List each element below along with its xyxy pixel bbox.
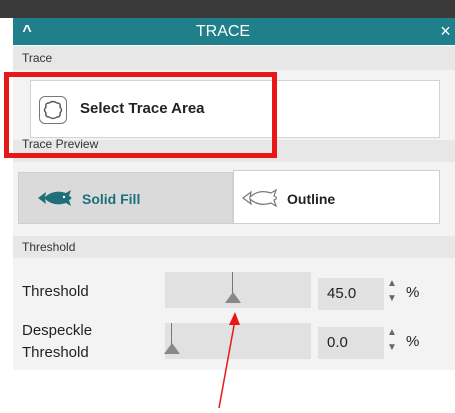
outline-label: Outline bbox=[287, 191, 336, 207]
threshold-value-input[interactable]: 45.0 bbox=[318, 278, 384, 310]
despeckle-spin-up[interactable]: ▲ bbox=[387, 328, 397, 338]
threshold-label: Threshold bbox=[22, 283, 89, 300]
threshold-slider-tick bbox=[232, 272, 233, 294]
annotation-arrow bbox=[218, 312, 240, 409]
threshold-spin-down[interactable]: ▼ bbox=[387, 294, 397, 304]
top-bar bbox=[0, 0, 455, 18]
panel-title: TRACE bbox=[195, 23, 251, 40]
close-icon[interactable]: × bbox=[436, 18, 455, 45]
threshold-section-title: Threshold bbox=[22, 240, 76, 254]
threshold-section-header: Threshold bbox=[13, 236, 455, 258]
solid-fill-label: Solid Fill bbox=[82, 191, 141, 207]
fish-solid-icon bbox=[36, 189, 78, 212]
fish-outline-icon bbox=[241, 188, 287, 212]
threshold-unit: % bbox=[406, 284, 420, 301]
despeckle-slider-handle[interactable] bbox=[164, 343, 180, 354]
threshold-spin-up[interactable]: ▲ bbox=[387, 279, 397, 289]
trace-section-title: Trace bbox=[22, 51, 53, 65]
collapse-chevron-icon[interactable]: ^ bbox=[16, 18, 38, 45]
despeckle-spin-down[interactable]: ▼ bbox=[387, 343, 397, 353]
trace-section-header: Trace bbox=[13, 46, 455, 70]
highlight-box bbox=[4, 72, 277, 158]
despeckle-label-line1: Despeckle bbox=[22, 322, 93, 339]
despeckle-slider-tick bbox=[171, 323, 172, 345]
despeckle-value-input[interactable]: 0.0 bbox=[318, 327, 384, 359]
threshold-slider-handle[interactable] bbox=[225, 292, 241, 303]
despeckle-label-line2: Threshold bbox=[22, 344, 89, 361]
despeckle-unit: % bbox=[406, 333, 420, 350]
